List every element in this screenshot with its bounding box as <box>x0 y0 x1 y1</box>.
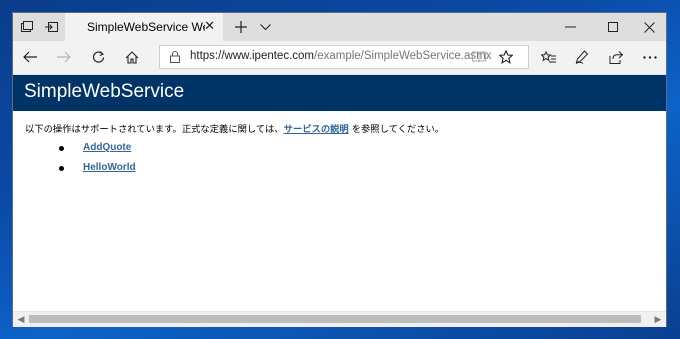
horizontal-scrollbar[interactable]: ◀ ▶ <box>13 311 666 327</box>
tab-title: SimpleWebService Web <box>87 20 205 34</box>
tab-active[interactable]: SimpleWebService Web ✕ <box>65 13 223 41</box>
share-icon[interactable] <box>603 45 629 69</box>
more-icon[interactable] <box>637 45 663 69</box>
intro-after: を参照してください。 <box>348 124 445 135</box>
reading-view-icon[interactable] <box>472 51 486 63</box>
intro-before: 以下の操作はサポートされています。正式な定義に関しては、 <box>25 124 284 135</box>
intro-text: 以下の操作はサポートされています。正式な定義に関しては、サービスの説明 を参照し… <box>25 121 444 135</box>
maximize-icon[interactable] <box>596 13 630 41</box>
close-window-icon[interactable] <box>632 13 666 41</box>
home-icon[interactable] <box>119 45 145 69</box>
forward-icon[interactable] <box>51 45 77 69</box>
address-bar[interactable]: https://www.ipentec.com/example/SimpleWe… <box>159 45 529 69</box>
close-icon[interactable]: ✕ <box>204 19 215 34</box>
back-icon[interactable] <box>17 45 43 69</box>
lock-icon <box>170 51 180 63</box>
pen-icon[interactable] <box>569 45 595 69</box>
set-aside-tabs-icon[interactable] <box>39 13 63 41</box>
title-bar: SimpleWebService Web ✕ <box>13 13 666 41</box>
navigation-bar: https://www.ipentec.com/example/SimpleWe… <box>13 41 666 75</box>
bullet-icon <box>59 146 64 151</box>
page-title: SimpleWebService <box>24 81 185 102</box>
url-path: /example/SimpleWebService.asmx <box>314 50 492 62</box>
browser-window: SimpleWebService Web ✕ https://www.ipent… <box>13 13 666 327</box>
url-host: https://www.ipentec.com <box>190 50 314 62</box>
scrollbar-thumb[interactable] <box>29 315 641 323</box>
bullet-icon <box>59 166 64 171</box>
scroll-left-icon[interactable]: ◀ <box>14 313 28 326</box>
minimize-icon[interactable] <box>553 13 587 41</box>
favorites-hub-icon[interactable] <box>535 45 561 69</box>
service-description-link[interactable]: サービスの説明 <box>284 124 349 135</box>
operation-link-addquote[interactable]: AddQuote <box>83 142 131 153</box>
tab-list-chevron-icon[interactable] <box>253 13 277 41</box>
new-tab-icon[interactable] <box>229 13 253 41</box>
page-content: SimpleWebService 以下の操作はサポートされています。正式な定義に… <box>13 75 666 315</box>
scroll-right-icon[interactable]: ▶ <box>651 313 665 326</box>
refresh-icon[interactable] <box>85 45 111 69</box>
page-header: SimpleWebService <box>13 75 666 111</box>
url-text: https://www.ipentec.com/example/SimpleWe… <box>190 50 491 62</box>
operation-link-helloworld[interactable]: HelloWorld <box>83 162 136 173</box>
favorite-star-icon[interactable] <box>499 50 513 64</box>
tab-preview-icon[interactable] <box>15 13 39 41</box>
